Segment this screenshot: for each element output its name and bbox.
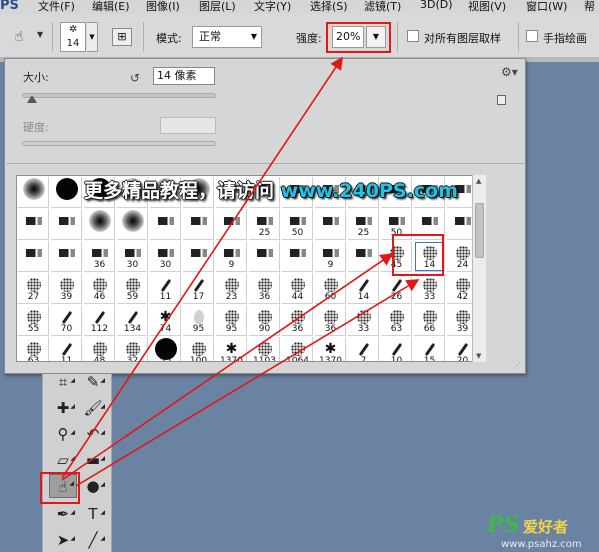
arrow-to-selected-brush [75, 279, 420, 487]
site-watermark: PS 爱好者 www.psahz.com [487, 512, 582, 550]
watermark-logo: PS [487, 512, 520, 538]
watermark-text: 爱好者 [522, 518, 568, 536]
arrow-to-strength [61, 56, 343, 479]
watermark-url: www.psahz.com [501, 539, 582, 550]
annotation-arrows [61, 56, 420, 487]
arrow-to-brush-panel [61, 253, 394, 481]
